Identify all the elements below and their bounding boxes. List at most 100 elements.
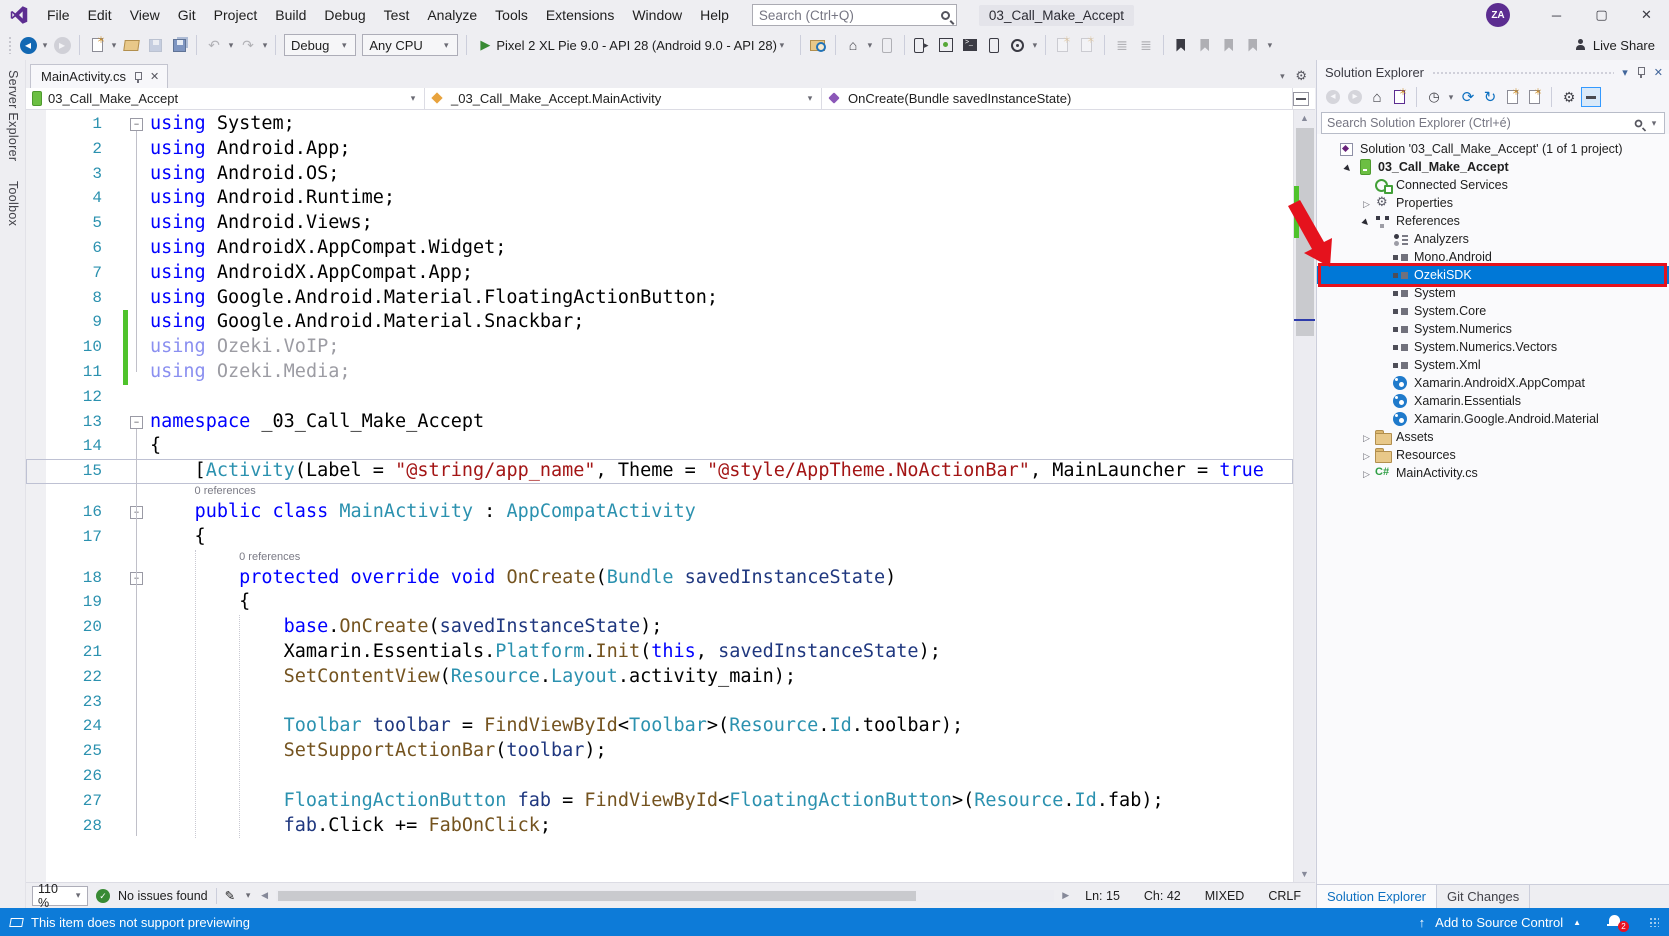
minimize-button[interactable]: ─ [1534, 0, 1579, 30]
menu-analyze[interactable]: Analyze [418, 0, 486, 30]
fold-collapse-icon[interactable]: − [130, 118, 143, 131]
menu-file[interactable]: File [38, 0, 79, 30]
undo-dropdown[interactable]: ▾ [226, 40, 236, 51]
menu-extensions[interactable]: Extensions [537, 0, 623, 30]
code-line-16[interactable]: 16− public class MainActivity : AppCompa… [26, 500, 1293, 525]
hscroll-left-icon[interactable]: ◀ [261, 890, 268, 901]
se-back-button[interactable]: ◂ [1323, 87, 1343, 107]
menu-debug[interactable]: Debug [315, 0, 374, 30]
tree-item-system-xml[interactable]: System.Xml [1317, 356, 1669, 374]
hscrollbar-thumb[interactable] [278, 891, 916, 901]
device-pair-button[interactable] [876, 33, 898, 57]
save-all-button[interactable] [168, 33, 190, 57]
scroll-up-icon[interactable]: ▲ [1294, 113, 1315, 123]
project-dropdown[interactable]: 03_Call_Make_Accept ▾ [26, 88, 425, 109]
tab-mainactivity[interactable]: MainActivity.cs ✕ [30, 64, 168, 88]
code-line-8[interactable]: 8using Google.Android.Material.FloatingA… [26, 286, 1293, 311]
decrease-indent-button[interactable]: ≣ [1111, 33, 1133, 57]
code-line-15[interactable]: 15 [Activity(Label = "@string/app_name",… [26, 459, 1293, 484]
se-collapse-all-button[interactable] [1502, 87, 1522, 107]
document-list-dropdown[interactable]: ▾ [1277, 71, 1287, 82]
close-button[interactable]: ✕ [1624, 0, 1669, 30]
tree-item-connected-services[interactable]: Connected Services [1317, 176, 1669, 194]
navigate-back-button[interactable]: ◂ [17, 33, 39, 57]
codelens-references[interactable]: 0 references [26, 484, 1293, 500]
toolbar-grip[interactable] [8, 36, 12, 54]
device-tools-dropdown[interactable]: ▾ [1030, 40, 1040, 51]
tree-item-properties[interactable]: ▷Properties [1317, 194, 1669, 212]
toggle-bookmark-button[interactable] [1170, 33, 1192, 57]
tree-item-resources[interactable]: ▷Resources [1317, 446, 1669, 464]
tree-item-ozekisdk[interactable]: OzekiSDK [1317, 266, 1669, 284]
zoom-select[interactable]: 110 % ▾ [32, 886, 88, 906]
editor-vertical-scrollbar[interactable]: ▲ ▼ [1293, 110, 1315, 882]
code-cleanup-dropdown[interactable]: ▾ [243, 890, 253, 901]
expander-closed-icon[interactable]: ▷ [1359, 430, 1374, 444]
issues-label[interactable]: No issues found [118, 889, 208, 903]
code-line-17[interactable]: 17 { [26, 525, 1293, 550]
panel-close-icon[interactable]: ✕ [1654, 66, 1663, 79]
platform-select[interactable]: Any CPU▾ [362, 34, 458, 56]
code-editor[interactable]: 1−using System;2using Android.App;3using… [26, 110, 1315, 882]
menu-view[interactable]: View [121, 0, 169, 30]
code-line-14[interactable]: 14{ [26, 434, 1293, 459]
solution-explorer-title-bar[interactable]: Solution Explorer ▾ ✕ [1317, 60, 1669, 84]
clear-bookmarks-button[interactable] [1242, 33, 1264, 57]
code-line-5[interactable]: 5using Android.Views; [26, 211, 1293, 236]
expander-closed-icon[interactable]: ▷ [1359, 448, 1374, 462]
tree-item-solution-03-call-make-accept-1-of-1-project[interactable]: Solution '03_Call_Make_Accept' (1 of 1 p… [1317, 140, 1669, 158]
code-line-11[interactable]: 11using Ozeki.Media; [26, 360, 1293, 385]
code-line-10[interactable]: 10using Ozeki.VoIP; [26, 335, 1293, 360]
profiler-button[interactable] [1007, 33, 1029, 57]
tree-item-analyzers[interactable]: Analyzers [1317, 230, 1669, 248]
type-dropdown[interactable]: _03_Call_Make_Accept.MainActivity ▾ [425, 88, 822, 109]
adb-console-button[interactable] [959, 33, 981, 57]
code-line-20[interactable]: 20 base.OnCreate(savedInstanceState); [26, 615, 1293, 640]
split-window-icon[interactable] [1293, 92, 1309, 106]
code-line-25[interactable]: 25 SetSupportActionBar(toolbar); [26, 739, 1293, 764]
code-line-23[interactable]: 23 [26, 690, 1293, 715]
se-sync-with-active-document-button[interactable]: ⟳ [1458, 87, 1478, 107]
se-properties-button[interactable]: ⚙ [1559, 87, 1579, 107]
deploy-device-button[interactable] [911, 33, 933, 57]
bookmark-dropdown[interactable]: ▾ [1265, 40, 1275, 51]
tree-item-xamarin-androidx-appcompat[interactable]: Xamarin.AndroidX.AppCompat [1317, 374, 1669, 392]
back-dropdown[interactable]: ▾ [40, 40, 50, 51]
tab-close-icon[interactable]: ✕ [150, 70, 159, 83]
tree-item-assets[interactable]: ▷Assets [1317, 428, 1669, 446]
tree-item-xamarin-essentials[interactable]: Xamarin.Essentials [1317, 392, 1669, 410]
menu-help[interactable]: Help [691, 0, 738, 30]
se-preview-selected-toggle[interactable] [1581, 87, 1601, 107]
pin-icon[interactable] [133, 71, 143, 83]
menu-project[interactable]: Project [205, 0, 267, 30]
code-line-6[interactable]: 6using AndroidX.AppCompat.Widget; [26, 236, 1293, 261]
uncomment-button[interactable] [1076, 33, 1098, 57]
code-line-2[interactable]: 2using Android.App; [26, 137, 1293, 162]
code-line-22[interactable]: 22 SetContentView(Resource.Layout.activi… [26, 665, 1293, 690]
se-filter-dropdown[interactable]: ▾ [1446, 92, 1456, 103]
expander-open-icon[interactable]: ▶ [1341, 160, 1356, 174]
prev-bookmark-button[interactable] [1194, 33, 1216, 57]
se-forward-button[interactable]: ▸ [1345, 87, 1365, 107]
server-explorer-tab[interactable]: Server Explorer [6, 60, 20, 171]
code-line-7[interactable]: 7using AndroidX.AppCompat.App; [26, 261, 1293, 286]
se-refresh-button[interactable]: ↻ [1480, 87, 1500, 107]
menu-test[interactable]: Test [375, 0, 419, 30]
tree-item-references[interactable]: ▶References [1317, 212, 1669, 230]
menu-tools[interactable]: Tools [486, 0, 537, 30]
tree-item-system-numerics-vectors[interactable]: System.Numerics.Vectors [1317, 338, 1669, 356]
tree-item-mainactivity-cs[interactable]: ▷MainActivity.cs [1317, 464, 1669, 482]
menu-build[interactable]: Build [266, 0, 315, 30]
next-bookmark-button[interactable] [1218, 33, 1240, 57]
codelens-references[interactable]: 0 references [26, 550, 1293, 566]
android-device-manager-button[interactable] [935, 33, 957, 57]
undo-button[interactable]: ↶ [203, 33, 225, 57]
quick-search-box[interactable]: Search (Ctrl+Q) [752, 4, 957, 26]
panel-menu-dropdown[interactable]: ▾ [1622, 66, 1628, 79]
code-line-13[interactable]: 13−namespace _03_Call_Make_Accept [26, 410, 1293, 435]
se-show-all-files-button[interactable] [1524, 87, 1544, 107]
new-project-button[interactable] [86, 33, 108, 57]
run-button[interactable]: ▶ Pixel 2 XL Pie 9.0 - API 28 (Android 9… [474, 33, 793, 57]
code-line-28[interactable]: 28 fab.Click += FabOnClick; [26, 814, 1293, 839]
tree-item-xamarin-google-android-material[interactable]: Xamarin.Google.Android.Material [1317, 410, 1669, 428]
